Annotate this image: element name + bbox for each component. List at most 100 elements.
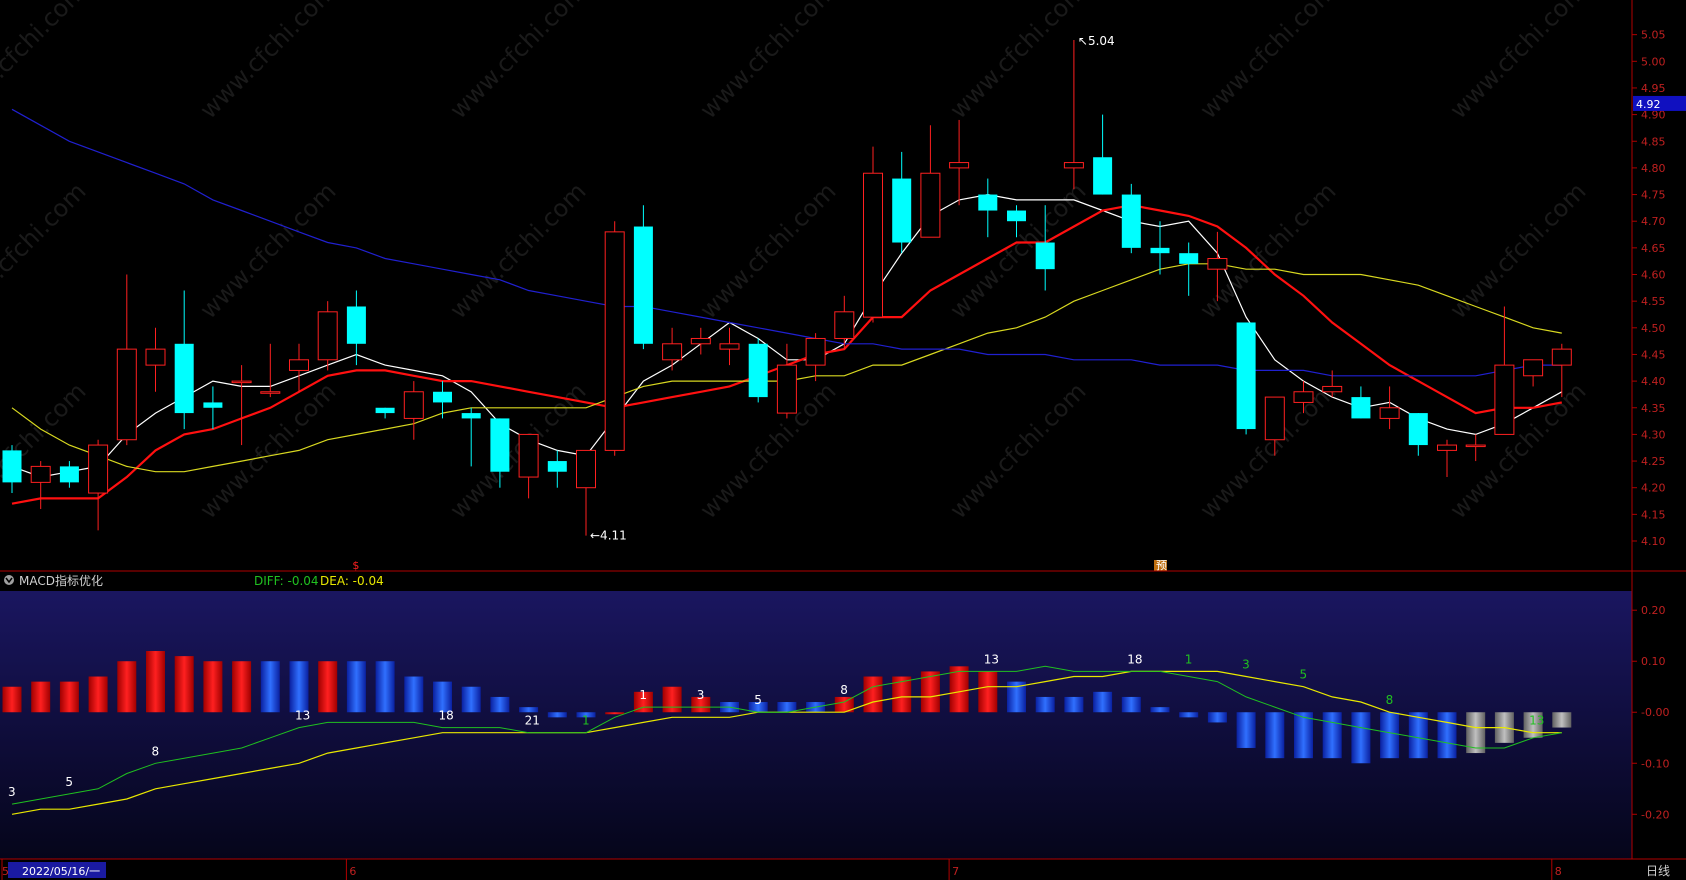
candle[interactable] xyxy=(719,327,740,366)
macd-count-label: 8 xyxy=(1386,693,1394,707)
candle[interactable] xyxy=(690,327,711,355)
candle[interactable] xyxy=(231,365,252,446)
candle[interactable] xyxy=(203,386,223,430)
candle[interactable] xyxy=(346,290,366,366)
candle-body xyxy=(1379,407,1400,419)
macd-count-label: 13 xyxy=(295,709,310,723)
candle[interactable] xyxy=(174,290,194,430)
candle[interactable] xyxy=(375,407,395,419)
candle[interactable] xyxy=(1379,386,1400,430)
candle[interactable] xyxy=(920,125,941,238)
candle[interactable] xyxy=(892,151,912,254)
candle-body xyxy=(547,461,567,472)
macd-header: MACD指标优化 DIFF: -0.04 DEA: -0.04 xyxy=(0,572,1632,591)
macd-hist-bar xyxy=(519,707,539,713)
watermark-text: www.cfchi.com xyxy=(1444,377,1591,524)
candle[interactable] xyxy=(748,338,768,403)
event-marker[interactable]: $ xyxy=(352,559,359,572)
candle[interactable] xyxy=(949,119,970,206)
candle-body xyxy=(1293,391,1314,403)
candle-body xyxy=(461,413,481,419)
macd-count-label: 18 xyxy=(1127,652,1142,666)
event-marker[interactable]: 预 xyxy=(1156,559,1167,572)
macd-hist-bar xyxy=(1408,712,1428,759)
candle[interactable] xyxy=(662,327,683,371)
candle-body xyxy=(1063,162,1084,169)
candle[interactable] xyxy=(145,327,166,392)
macd-hist-bar xyxy=(404,676,424,713)
candle[interactable] xyxy=(1063,39,1084,190)
candle[interactable] xyxy=(2,445,22,494)
macd-tick-label: -0.00 xyxy=(1641,706,1669,719)
candle[interactable] xyxy=(1093,114,1113,195)
candle[interactable] xyxy=(576,449,596,536)
macd-count-label: 21 xyxy=(525,714,540,728)
candle-body xyxy=(978,194,998,211)
macd-hist-bar xyxy=(1150,707,1170,713)
candle[interactable] xyxy=(863,146,883,323)
macd-hist-bar xyxy=(978,671,998,713)
candle[interactable] xyxy=(403,381,424,440)
stock-chart[interactable]: www.cfchi.com www.cfchi.com www.cfchi.com w… xyxy=(0,0,1686,880)
candle[interactable] xyxy=(1408,413,1428,456)
price-tick-label: 4.50 xyxy=(1641,322,1666,335)
candle[interactable] xyxy=(633,205,653,350)
macd-count-label: 1 xyxy=(639,688,647,702)
candle[interactable] xyxy=(805,333,826,382)
macd-hist-bar xyxy=(203,661,223,713)
candle-body xyxy=(1351,397,1371,419)
macd-hist-bar xyxy=(375,661,395,713)
candle[interactable] xyxy=(30,461,51,510)
candle[interactable] xyxy=(1494,306,1515,435)
candle[interactable] xyxy=(1437,439,1457,478)
macd-hist-bar xyxy=(1064,696,1084,713)
candle[interactable] xyxy=(1121,183,1141,254)
candle-body xyxy=(690,337,711,345)
chevron-down-icon[interactable] xyxy=(4,575,14,585)
price-tick-label: 4.95 xyxy=(1641,82,1666,95)
candle[interactable] xyxy=(461,407,481,467)
candle[interactable] xyxy=(260,343,281,398)
candle-body xyxy=(719,343,740,350)
candle-body xyxy=(260,391,281,394)
candle[interactable] xyxy=(59,461,79,488)
watermark-text: www.cfchi.com xyxy=(944,377,1091,524)
candle[interactable] xyxy=(547,450,567,488)
candle[interactable] xyxy=(1179,242,1199,296)
candle[interactable] xyxy=(978,178,998,238)
watermark-text: www.cfchi.com xyxy=(194,177,341,324)
macd-panel[interactable]: 35813 18 21 11 3 5813 18 1 35813 xyxy=(0,591,1632,859)
candle[interactable] xyxy=(289,343,309,392)
candle[interactable] xyxy=(116,274,137,446)
macd-count-label: 5 xyxy=(754,693,762,707)
candle-body xyxy=(1523,359,1544,377)
price-tick-label: 4.55 xyxy=(1641,295,1666,308)
candle[interactable] xyxy=(604,221,625,456)
macd-tick-label: 0.20 xyxy=(1641,604,1666,617)
candle-body xyxy=(949,162,970,169)
candle[interactable] xyxy=(518,433,539,499)
macd-hist-bar xyxy=(2,686,22,713)
macd-hist-bar xyxy=(1380,712,1400,759)
price-axis: 5.055.004.954.904.854.804.754.704.654.60… xyxy=(1631,0,1686,571)
candle[interactable] xyxy=(1523,359,1544,387)
price-tick-label: 4.80 xyxy=(1641,162,1666,175)
candle[interactable] xyxy=(317,301,338,371)
macd-hist-bar xyxy=(1351,712,1371,764)
macd-hist-bar xyxy=(490,696,510,713)
candle[interactable] xyxy=(1465,434,1486,462)
macd-count-label: 8 xyxy=(152,744,160,758)
watermark-text: www.cfchi.com xyxy=(194,377,341,524)
candle[interactable] xyxy=(1236,322,1256,435)
candle-body xyxy=(116,348,137,441)
candle-body xyxy=(604,231,625,451)
macd-dea-legend: DEA: -0.04 xyxy=(320,574,384,588)
candle-body xyxy=(1007,210,1026,222)
candle[interactable] xyxy=(1351,386,1371,419)
candle[interactable] xyxy=(433,381,452,419)
candle[interactable] xyxy=(88,439,109,531)
macd-count-label: 1 xyxy=(582,714,590,728)
period-label[interactable]: 日线 xyxy=(1646,864,1670,878)
candle[interactable] xyxy=(1150,221,1170,275)
watermark-text: www.cfchi.com xyxy=(0,177,91,324)
